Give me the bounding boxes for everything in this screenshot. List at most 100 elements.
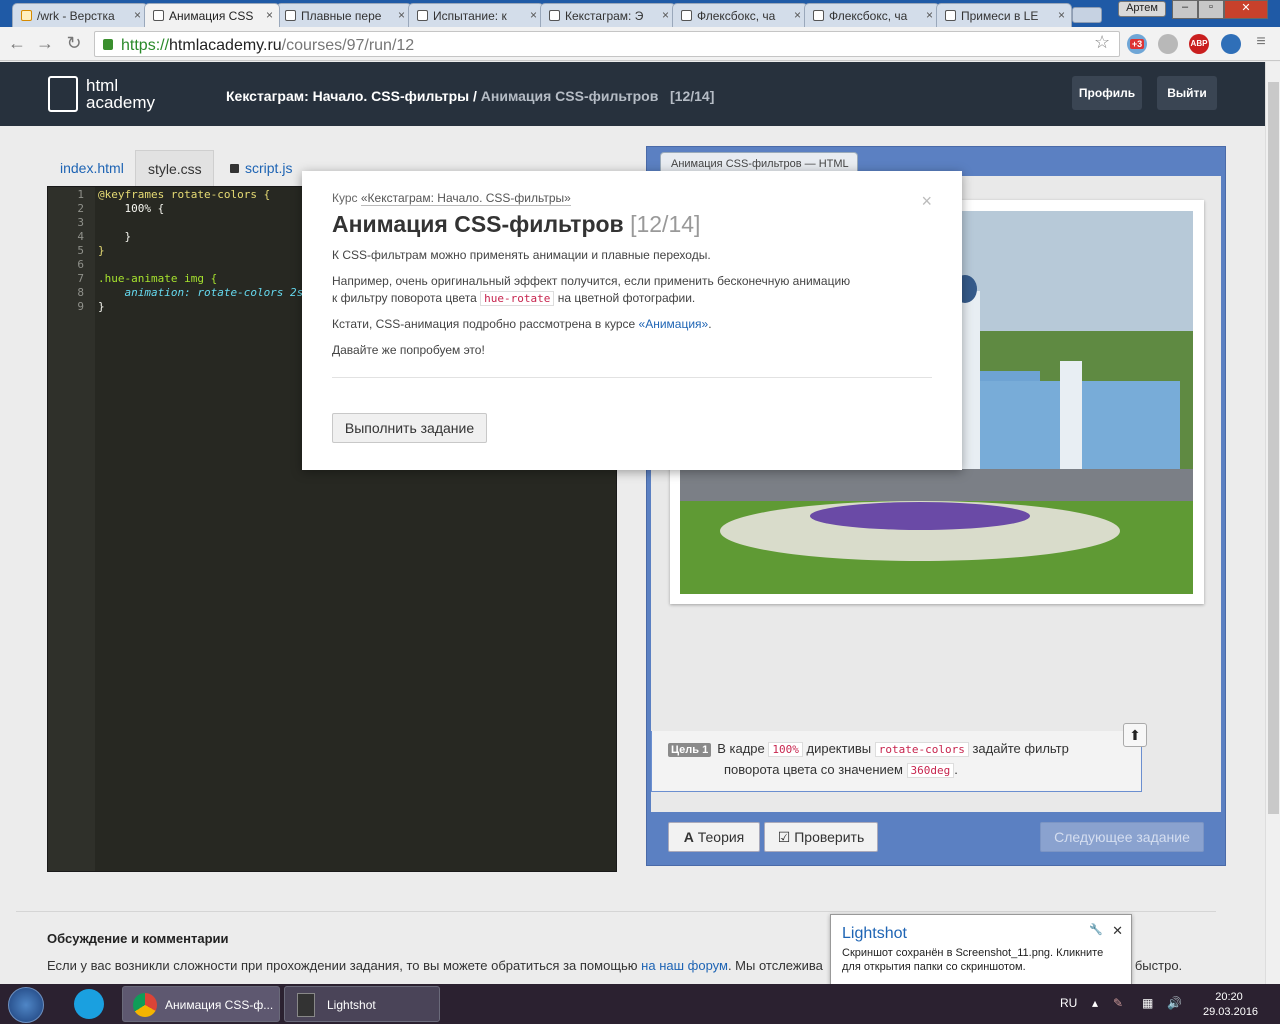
browser-tab[interactable]: Флексбокс, ча ×: [804, 3, 940, 27]
breadcrumb: Кекстаграм: Начало. CSS-фильтры / Анимац…: [226, 88, 714, 104]
divider: [16, 911, 1216, 912]
breadcrumb-course[interactable]: Кекстаграм: Начало. CSS-фильтры /: [226, 88, 477, 104]
modal-paragraph: Кстати, CSS-анимация подробно рассмотрен…: [332, 317, 712, 331]
page-scrollbar[interactable]: [1265, 62, 1280, 984]
next-task-button[interactable]: Следующее задание: [1040, 822, 1204, 852]
tab-close-icon[interactable]: ×: [530, 8, 537, 22]
forum-link[interactable]: на наш форум: [641, 958, 728, 973]
globe-icon[interactable]: [1221, 34, 1241, 54]
goal-box: Цель 1В кадре 100% директивы rotate-colo…: [651, 731, 1142, 792]
breadcrumb-progress: [12/14]: [670, 88, 715, 104]
logout-button[interactable]: Выйти: [1157, 76, 1217, 110]
minimize-button[interactable]: –: [1172, 0, 1198, 19]
code-chip: rotate-colors: [874, 742, 969, 757]
check-button[interactable]: ☑ Проверить: [764, 822, 878, 852]
lock-icon: [230, 164, 239, 173]
htmlacademy-favicon-icon: [813, 10, 824, 21]
scrollbar-thumb[interactable]: [1268, 82, 1279, 814]
network-icon[interactable]: ▦: [1142, 996, 1153, 1010]
browser-tab[interactable]: Плавные пере ×: [276, 3, 412, 27]
close-icon[interactable]: ×: [921, 191, 932, 212]
browser-tabstrip: /wrk - Верстка × Анимация CSS × Плавные пе…: [0, 0, 1280, 27]
bolt-icon: [21, 10, 32, 21]
start-button[interactable]: [8, 987, 44, 1023]
profile-link-button[interactable]: Профиль: [1072, 76, 1142, 110]
new-tab-button[interactable]: [1072, 7, 1102, 23]
maximize-button[interactable]: ▫: [1198, 0, 1224, 19]
course-link[interactable]: «Кекстаграм: Начало. CSS-фильтры»: [360, 191, 571, 206]
modal-title: Анимация CSS-фильтров [12/14]: [332, 211, 701, 237]
profile-button[interactable]: Артем: [1118, 1, 1166, 17]
modal-paragraph: К CSS-фильтрам можно применять анимации …: [332, 248, 711, 262]
browser-tab[interactable]: /wrk - Верстка ×: [12, 3, 148, 27]
lightshot-tray-icon[interactable]: ✎: [1113, 996, 1123, 1010]
menu-icon[interactable]: ≡: [1250, 33, 1272, 51]
tab-style-css[interactable]: style.css: [135, 150, 214, 187]
browser-tab-active[interactable]: Анимация CSS ×: [144, 3, 280, 27]
modal-paragraph: Например, очень оригинальный эффект полу…: [332, 274, 851, 306]
forward-icon[interactable]: →: [34, 33, 56, 54]
extension-cloud-icon[interactable]: +3: [1127, 34, 1147, 54]
code-chip: hue-rotate: [480, 291, 555, 306]
book-icon: A: [683, 829, 694, 845]
discussion-text: Если у вас возникли сложности при прохож…: [47, 958, 823, 973]
tab-index-html[interactable]: index.html: [48, 150, 136, 187]
browser-tab[interactable]: Примеси в LE ×: [936, 3, 1072, 27]
wrench-icon[interactable]: 🔧: [1089, 923, 1103, 936]
close-window-button[interactable]: ✕: [1224, 0, 1268, 19]
browser-toolbar: ← → ↻ https://htmlacademy.ru/courses/97/…: [0, 27, 1280, 61]
taskbar-item-chrome[interactable]: Анимация CSS-ф...: [122, 986, 280, 1022]
shield-extension-icon[interactable]: [1158, 34, 1178, 54]
lightshot-icon: [297, 993, 315, 1017]
taskbar-item-lightshot[interactable]: Lightshot: [284, 986, 440, 1022]
browser-tab[interactable]: Кекстаграм: Э ×: [540, 3, 676, 27]
adblock-icon[interactable]: ABP: [1189, 34, 1209, 54]
code-chip: 360deg: [906, 763, 955, 778]
checkbox-icon: ☑: [777, 829, 791, 845]
htmlacademy-favicon-icon: [153, 10, 164, 21]
animation-course-link[interactable]: «Анимация»: [639, 317, 709, 331]
lightshot-title: Lightshot: [842, 925, 907, 942]
skype-icon[interactable]: [74, 989, 104, 1019]
discussion-text-tail: о быстро.: [1124, 958, 1183, 973]
collapse-goal-button[interactable]: ⬆: [1123, 723, 1147, 747]
htmlacademy-favicon-icon: [945, 10, 956, 21]
code-chip: 100%: [768, 742, 803, 757]
modal-course: Курс «Кекстаграм: Начало. CSS-фильтры»: [332, 191, 571, 206]
tray-expand-icon[interactable]: ▴: [1092, 996, 1098, 1010]
htmlacademy-favicon-icon: [681, 10, 692, 21]
taskbar: Анимация CSS-ф... Lightshot RU ▴ ✎ ▦ 🔊 2…: [0, 984, 1280, 1024]
logo-icon[interactable]: [48, 76, 78, 112]
volume-icon[interactable]: 🔊: [1167, 996, 1182, 1010]
browser-tab[interactable]: Испытание: к ×: [408, 3, 544, 27]
tab-close-icon[interactable]: ×: [926, 8, 933, 22]
tab-script-js[interactable]: script.js: [218, 150, 304, 187]
chrome-icon: [133, 993, 157, 1017]
tab-close-icon[interactable]: ×: [266, 8, 273, 22]
modal-paragraph: Давайте же попробуем это!: [332, 343, 485, 357]
tab-close-icon[interactable]: ×: [794, 8, 801, 22]
divider: [332, 377, 932, 378]
reload-icon[interactable]: ↻: [63, 33, 85, 54]
tab-close-icon[interactable]: ×: [134, 8, 141, 22]
theory-button[interactable]: A Теория: [668, 822, 760, 852]
tab-close-icon[interactable]: ×: [1058, 8, 1065, 22]
htmlacademy-favicon-icon: [285, 10, 296, 21]
logo-text[interactable]: html academy: [86, 77, 155, 111]
htmlacademy-favicon-icon: [549, 10, 560, 21]
site-header: html academy Кекстаграм: Начало. CSS-филь…: [0, 62, 1265, 126]
bookmark-star-icon[interactable]: ☆: [1094, 32, 1110, 53]
close-icon[interactable]: ✕: [1112, 923, 1123, 939]
browser-tab[interactable]: Флексбокс, ча ×: [672, 3, 808, 27]
tab-close-icon[interactable]: ×: [398, 8, 405, 22]
tab-close-icon[interactable]: ×: [662, 8, 669, 22]
clock[interactable]: 20:20 29.03.2016: [1203, 990, 1258, 1020]
language-indicator[interactable]: RU: [1060, 996, 1077, 1010]
address-bar[interactable]: https://htmlacademy.ru/courses/97/run/12: [94, 31, 1120, 57]
back-icon[interactable]: ←: [6, 33, 28, 54]
task-modal: Курс «Кекстаграм: Начало. CSS-фильтры» ×…: [302, 171, 962, 470]
breadcrumb-current: Анимация CSS-фильтров: [480, 88, 659, 104]
start-task-button[interactable]: Выполнить задание: [332, 413, 487, 443]
lightshot-body: Скриншот сохранён в Screenshot_11.png. К…: [842, 947, 1104, 973]
lightshot-notification[interactable]: Lightshot Скриншот сохранён в Screenshot…: [830, 914, 1132, 985]
